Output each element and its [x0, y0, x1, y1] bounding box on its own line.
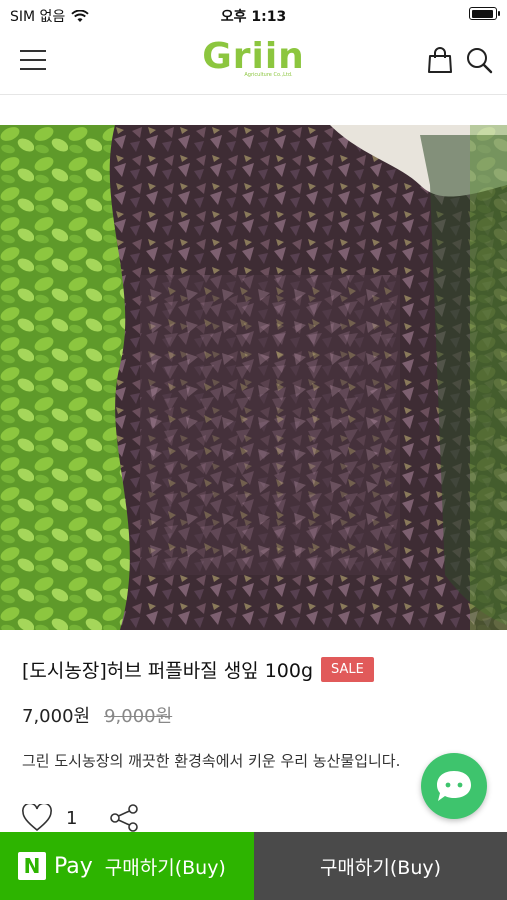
product-image[interactable] — [0, 125, 507, 630]
buy-button[interactable]: 구매하기(Buy) — [254, 832, 507, 900]
naver-n-icon: N — [18, 852, 46, 880]
shopping-bag-icon[interactable] — [427, 46, 453, 74]
heart-icon[interactable] — [22, 804, 52, 832]
npay-pay-label: Pay — [54, 853, 93, 879]
sale-badge: SALE — [321, 657, 374, 682]
npay-buy-label: 구매하기(Buy) — [104, 856, 226, 879]
bottom-purchase-bar: N Pay 구매하기(Buy) 구매하기(Buy) — [0, 832, 507, 900]
like-count: 1 — [66, 807, 78, 829]
product-title: [도시농장]허브 퍼플바질 생잎 100g — [22, 660, 314, 682]
npay-buy-button[interactable]: N Pay 구매하기(Buy) — [0, 832, 254, 900]
status-bar: SIM 없음 오후 1:13 — [0, 0, 507, 30]
original-price: 9,000원 — [104, 706, 173, 727]
price-row: 7,000원 9,000원 — [22, 702, 172, 728]
basil-wall-photo — [0, 125, 507, 630]
product-title-row: [도시농장]허브 퍼플바질 생잎 100g SALE — [22, 656, 495, 683]
clock: 오후 1:13 — [220, 9, 287, 25]
product-description: 그린 도시농장의 깨끗한 환경속에서 키운 우리 농산물입니다. — [22, 752, 401, 770]
battery-icon — [469, 7, 500, 20]
search-icon[interactable] — [465, 46, 493, 74]
like-share-row: 1 — [22, 803, 139, 833]
chat-bubble-icon — [437, 771, 471, 801]
share-icon[interactable] — [109, 803, 139, 833]
chat-button[interactable] — [421, 753, 487, 819]
app-header: Griin Agriculture Co.,Ltd. — [0, 30, 507, 95]
sale-price: 7,000원 — [22, 706, 91, 727]
